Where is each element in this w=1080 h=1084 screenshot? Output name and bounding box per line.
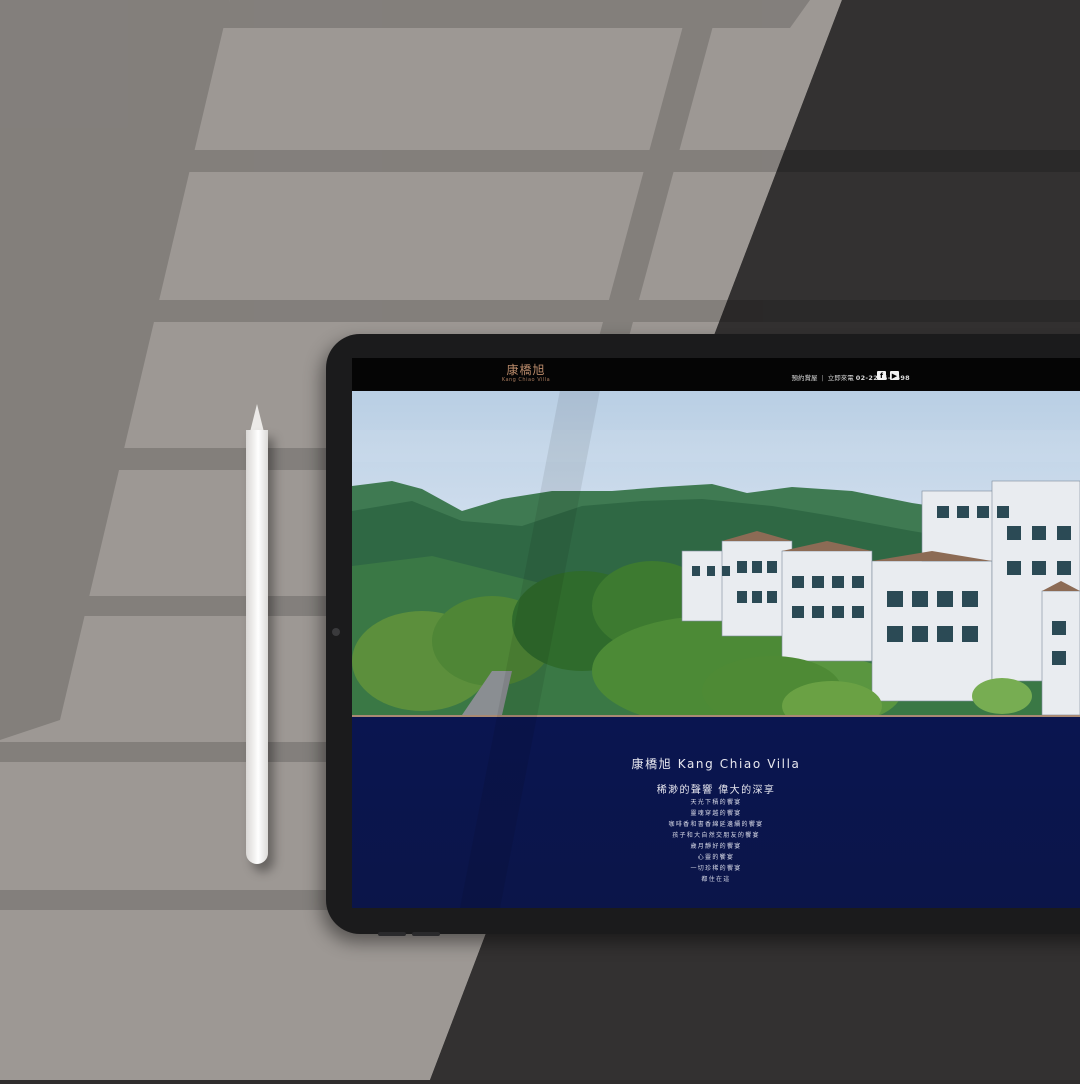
site-logo-subtitle: Kang Chiao Villa [501, 377, 551, 383]
booking-link[interactable]: 預約賞屋 [791, 374, 817, 382]
project-tagline: 稀渺的聲響 偉大的深享 [656, 785, 776, 796]
poem-line: 一切珍稀的饗宴 [690, 865, 742, 872]
poem-line: 靈魂穿越的饗宴 [690, 810, 742, 817]
project-title: 康橋旭 Kang Chiao Villa [631, 757, 801, 771]
nav-divider: | [821, 374, 824, 382]
poem-line: 孩子和大自然交朋友的饗宴 [672, 832, 760, 839]
info-section: 康橋旭 Kang Chiao Villa 稀渺的聲響 偉大的深享 天光下積的饗宴… [352, 717, 1080, 908]
site-logo[interactable]: 康橋旭 [502, 361, 550, 378]
pencil-tip [250, 404, 264, 432]
camera-icon [332, 628, 340, 636]
youtube-icon[interactable]: ▶ [890, 371, 899, 380]
call-label: 立即來電 [827, 374, 854, 382]
poem-line: 心靈的饗宴 [697, 854, 735, 861]
facebook-icon[interactable]: f [877, 371, 886, 380]
site-header: 康橋旭 Kang Chiao Villa 預約賞屋|立即來電 02-2216-1… [352, 358, 1080, 391]
poem-line: 都住在這 [701, 876, 731, 883]
poem-line: 咖啡香和書香綿延邊續的饗宴 [668, 821, 764, 828]
hero-image [352, 391, 1080, 715]
poem-line: 天光下積的饗宴 [690, 799, 742, 806]
social-links: f ▶ [877, 371, 899, 380]
volume-button [412, 932, 440, 936]
volume-button [378, 932, 406, 936]
website-screen: 康橋旭 Kang Chiao Villa 預約賞屋|立即來電 02-2216-1… [352, 358, 1080, 908]
apple-pencil [246, 430, 268, 864]
poem-text: 天光下積的饗宴 靈魂穿越的饗宴 咖啡香和書香綿延邊續的饗宴 孩子和大自然交朋友的… [352, 797, 1080, 885]
poem-line: 歲月靜好的饗宴 [690, 843, 742, 850]
